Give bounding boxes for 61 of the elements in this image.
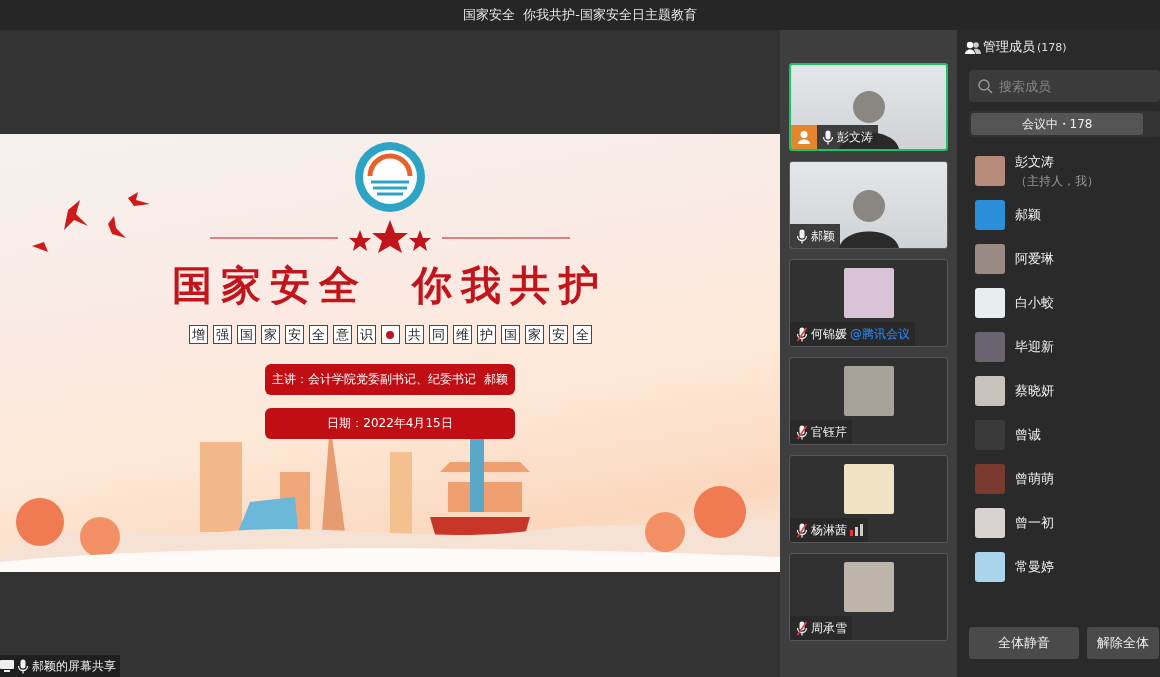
member-avatar [975, 200, 1005, 230]
slide-title: 国家安全 [172, 260, 368, 310]
member-avatar [975, 288, 1005, 318]
search-icon [978, 79, 993, 94]
avatar-placeholder [843, 464, 894, 514]
member-name[interactable]: 毕迎新 [1015, 338, 1054, 356]
slide-title: 你我共护 [412, 260, 608, 310]
screen-share-icon [0, 660, 14, 672]
avatar-placeholder [843, 366, 894, 416]
search-field[interactable]: 搜索成员 [969, 70, 1160, 102]
member-avatar [975, 552, 1005, 582]
video-tile[interactable]: 官钰芹 [789, 357, 948, 445]
panel-title: 管理成员 [983, 38, 1035, 56]
mute-button[interactable]: 全体静音 [969, 627, 1079, 659]
member-name[interactable]: 彭文涛 [1015, 152, 1099, 171]
participant-suffix: @腾讯会议 [850, 325, 910, 343]
member-role: （主持人，我） [1015, 172, 1099, 190]
microphone-icon [796, 228, 808, 244]
member-name[interactable]: 常曼婷 [1015, 558, 1054, 576]
member-avatar [975, 244, 1005, 274]
member-count: (178) [1037, 40, 1067, 54]
member-avatar [975, 156, 1005, 186]
microphone-icon [17, 658, 29, 674]
slide-subtitle: 增强国家安全意识 [188, 325, 376, 344]
participant-name: 周承雪 [811, 619, 847, 637]
participant-name: 何锦媛 [811, 325, 847, 343]
participant-name: 郝颖 [811, 227, 835, 245]
member-tab[interactable]: 会议中・178 [971, 113, 1143, 135]
member-name[interactable]: 白小蛟 [1015, 294, 1054, 312]
member-avatar [975, 376, 1005, 406]
muted-microphone-icon [796, 522, 808, 538]
member-name[interactable]: 曾诚 [1015, 426, 1041, 444]
members-icon [965, 40, 981, 54]
video-tile[interactable]: 周承雪 [789, 553, 948, 641]
member-name[interactable]: 阿爱琳 [1015, 250, 1054, 268]
window-title: 国家安全 你我共护-国家安全日主题教育 [463, 6, 697, 24]
video-tile[interactable]: 杨淋茜 [789, 455, 948, 543]
member-avatar [975, 508, 1005, 538]
member-name[interactable]: 郝颖 [1015, 206, 1041, 224]
slide-subtitle: 共同维护国家安全 [404, 325, 592, 344]
screen-share-label: 郝颖的屏幕共享 [32, 657, 116, 675]
speaker-banner: 主讲：会计学院党委副书记、纪委书记 郝颖 [265, 364, 515, 395]
muted-microphone-icon [796, 326, 808, 342]
video-tile[interactable]: 何锦媛 @腾讯会议 [789, 259, 948, 347]
participant-name: 彭文涛 [837, 128, 873, 146]
date-banner: 日期：2022年4月15日 [265, 408, 515, 439]
avatar-placeholder [843, 268, 894, 318]
participant-name: 杨淋茜 [811, 521, 847, 539]
muted-microphone-icon [796, 424, 808, 440]
mute-button[interactable]: 解除全体 [1087, 627, 1159, 659]
microphone-icon [822, 129, 834, 145]
avatar-placeholder [843, 562, 894, 612]
muted-microphone-icon [796, 620, 808, 636]
member-name[interactable]: 曾一初 [1015, 514, 1054, 532]
participant-name: 官钰芹 [811, 423, 847, 441]
video-tile[interactable]: 彭文涛 [789, 63, 948, 151]
member-name[interactable]: 蔡晓妍 [1015, 382, 1054, 400]
video-tile[interactable]: 郝颖 [789, 161, 948, 249]
member-avatar [975, 464, 1005, 494]
member-avatar [975, 332, 1005, 362]
member-name[interactable]: 曾萌萌 [1015, 470, 1054, 488]
